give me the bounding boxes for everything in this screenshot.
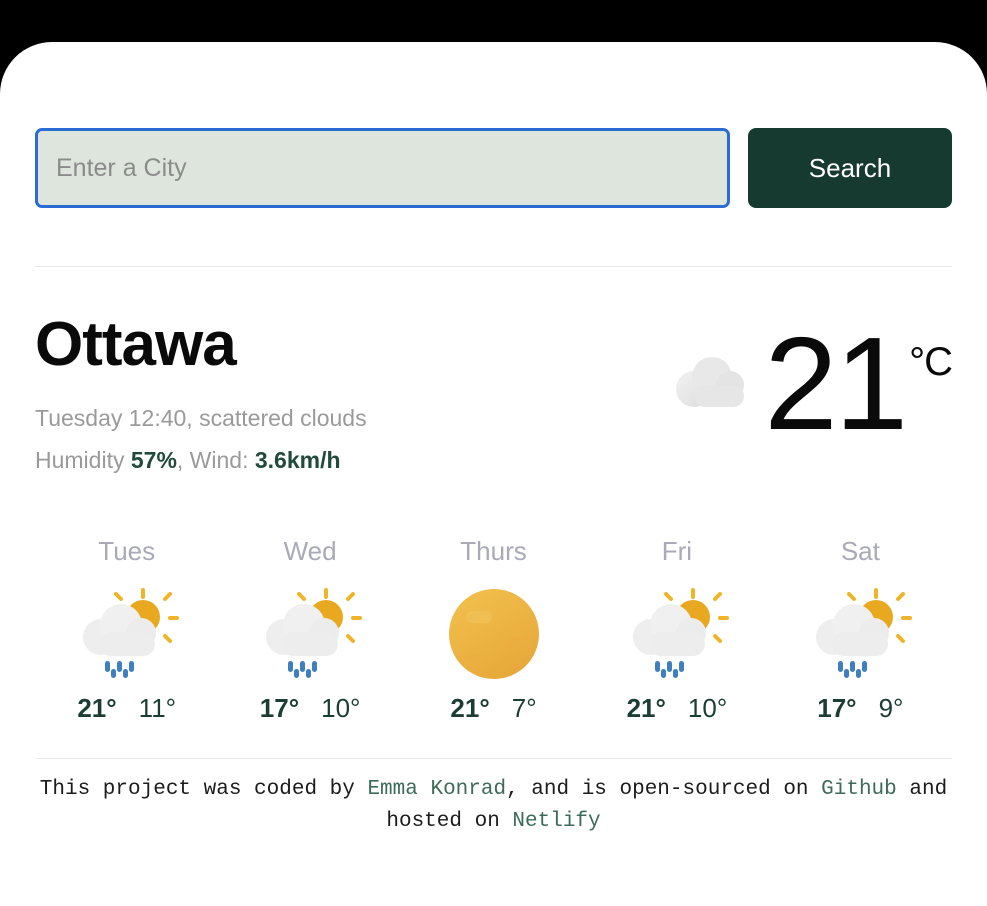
forecast-low: 7°: [511, 693, 537, 724]
forecast-high: 21°: [626, 693, 666, 724]
forecast-day: Sat 17° 9°: [769, 536, 952, 724]
forecast-day-temps: 17° 9°: [769, 693, 952, 724]
forecast-day: Fri 21° 10°: [585, 536, 768, 724]
wind-label: , Wind:: [176, 447, 255, 473]
search-button[interactable]: Search: [748, 128, 952, 208]
city-name: Ottawa: [35, 310, 237, 379]
forecast-day-label: Wed: [283, 536, 337, 567]
current-temperature-block: 21 °C: [668, 310, 953, 457]
humidity-label: Humidity: [35, 447, 131, 473]
forecast-day-label: Fri: [661, 536, 693, 567]
forecast-high: 21°: [450, 693, 490, 724]
search-input[interactable]: [35, 128, 730, 208]
current-temperature-value: 21: [764, 310, 908, 457]
forecast-list: Tues 21° 11° Wed 17° 10° Thurs 21° 7° Fr…: [35, 476, 952, 724]
search-form: Search: [35, 42, 952, 208]
forecast-low: 10°: [687, 693, 728, 724]
footer-credit: This project was coded by Emma Konrad, a…: [35, 759, 952, 837]
current-weather: Ottawa Tuesday 12:40, scattered clouds H…: [35, 267, 953, 476]
forecast-day: Tues 21° 11°: [35, 536, 218, 724]
footer-text-2: , and is open-sourced on: [506, 778, 822, 802]
forecast-day: Wed 17° 10°: [218, 536, 401, 724]
humidity-value: 57%: [130, 447, 177, 473]
forecast-day-label: Sat: [840, 536, 880, 567]
forecast-high: 21°: [77, 693, 117, 724]
forecast-low: 10°: [321, 693, 361, 724]
forecast-day: Thurs 21° 7°: [402, 536, 585, 724]
forecast-day-temps: 17° 10°: [218, 693, 401, 724]
author-link[interactable]: Emma Konrad: [367, 778, 506, 801]
sun-cloud-rain-icon: [585, 581, 768, 685]
footer-text-1: This project was coded by: [39, 778, 368, 802]
forecast-low: 11°: [138, 693, 177, 724]
sun-cloud-rain-icon: [218, 581, 401, 685]
forecast-day-temps: 21° 11°: [35, 693, 218, 724]
forecast-day-temps: 21° 10°: [585, 693, 768, 724]
temperature-unit: °C: [909, 340, 953, 384]
time-and-conditions: Tuesday 12:40, scattered clouds: [35, 404, 367, 431]
current-weather-details: Ottawa Tuesday 12:40, scattered clouds H…: [35, 310, 367, 476]
sun-cloud-rain-icon: [35, 581, 218, 685]
wind-value: 3.6km/h: [254, 447, 341, 473]
forecast-low: 9°: [878, 693, 904, 724]
cloud-icon: [668, 347, 756, 422]
forecast-day-temps: 21° 7°: [402, 693, 585, 724]
forecast-high: 17°: [259, 693, 300, 724]
humidity-wind-line: Humidity 57%, Wind: 3.6km/h: [35, 445, 367, 476]
forecast-high: 17°: [817, 693, 857, 724]
netlify-link[interactable]: Netlify: [512, 810, 600, 833]
forecast-day-label: Tues: [98, 536, 156, 567]
sun-icon: [402, 581, 585, 685]
github-link[interactable]: Github: [821, 778, 897, 801]
sun-cloud-rain-icon: [769, 581, 952, 685]
weather-app-card: Search Ottawa Tuesday 12:40, scattered c…: [0, 42, 987, 906]
forecast-day-label: Thurs: [460, 536, 527, 567]
